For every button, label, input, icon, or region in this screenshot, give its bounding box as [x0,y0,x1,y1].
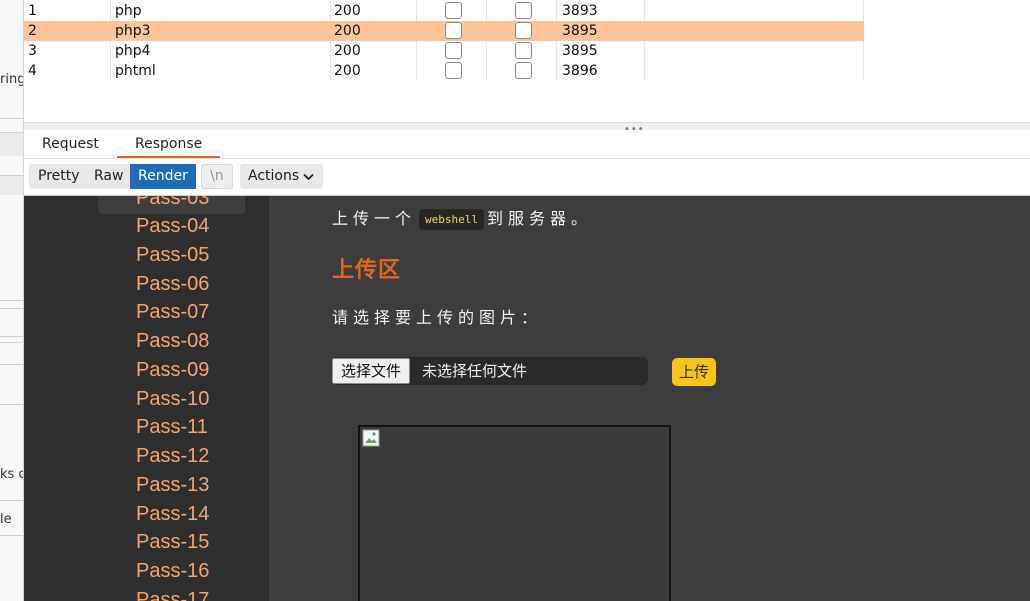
upload-content: 上传一个 webshell 到服务器。 上传区 请选择要上传的图片： 选择文件 未选… [269,196,1030,601]
upload-heading: 上传区 [332,258,402,283]
menu-item-pass-03[interactable]: Pass-03 [136,196,209,210]
menu-item-pass-17[interactable]: Pass-17 [136,588,209,601]
length-cell: 3896 [562,63,598,79]
pretty-button[interactable]: Pretty [30,164,88,189]
timeout-checkbox[interactable] [515,62,532,79]
status-cell: 200 [334,63,361,79]
row-number: 2 [28,23,37,39]
render-button[interactable]: Render [130,164,196,189]
status-cell: 200 [334,43,361,59]
menu-item-pass-14[interactable]: Pass-14 [136,502,209,526]
menu-item-pass-13[interactable]: Pass-13 [136,473,209,497]
error-checkbox[interactable] [445,62,462,79]
table-row[interactable]: 3 php4 200 3895 [24,41,864,61]
menu-item-pass-15[interactable]: Pass-15 [136,530,209,554]
split-divider[interactable]: ••• [24,122,1030,135]
file-status: 未选择任何文件 [422,362,528,380]
menu-item-pass-07[interactable]: Pass-07 [136,300,209,324]
left-side-panel: ring ks c le [0,0,24,601]
menu-item-pass-11[interactable]: Pass-11 [136,415,208,439]
menu-item-pass-06[interactable]: Pass-06 [136,272,209,296]
timeout-checkbox[interactable] [515,2,532,19]
error-checkbox[interactable] [445,42,462,59]
payload-cell: php3 [115,23,151,39]
file-input[interactable]: 选择文件 未选择任何文件 [332,357,648,385]
timeout-checkbox[interactable] [515,22,532,39]
menu-item-pass-16[interactable]: Pass-16 [136,559,209,583]
message-tabs: Request Response [24,130,1030,159]
row-number: 1 [28,3,37,19]
menu-item-pass-08[interactable]: Pass-08 [136,329,209,353]
upload-preview [358,425,671,601]
table-row[interactable]: 4 phtml 200 3896 [24,61,864,81]
table-row-selected[interactable]: 2 php3 200 3895 [24,21,864,41]
table-row[interactable]: 1 php 200 3893 [24,1,864,21]
menu-item-pass-09[interactable]: Pass-09 [136,358,209,382]
task-description: 上传一个 webshell 到服务器。 [332,209,593,230]
clipped-text: ring [0,72,24,87]
tab-request[interactable]: Request [42,134,99,158]
length-cell: 3893 [562,3,598,19]
length-cell: 3895 [562,43,598,59]
pass-menu: Pass-03 Pass-04 Pass-05 Pass-06 Pass-07 … [24,196,269,601]
menu-item-pass-04[interactable]: Pass-04 [136,214,209,238]
upload-button[interactable]: 上传 [672,358,717,386]
menu-item-pass-05[interactable]: Pass-05 [136,243,209,267]
status-cell: 200 [334,23,361,39]
row-number: 4 [28,63,37,79]
results-table: 1 php 200 3893 2 php3 200 3895 3 php4 20… [24,0,1030,122]
payload-cell: php [115,3,142,19]
menu-item-pass-12[interactable]: Pass-12 [136,444,209,468]
newline-toggle-button[interactable]: \n [201,164,233,189]
error-checkbox[interactable] [445,2,462,19]
webshell-code: webshell [419,209,484,230]
payload-cell: php4 [115,43,151,59]
payload-cell: phtml [115,63,156,79]
broken-image-icon [362,429,380,447]
choose-image-label: 请选择要上传的图片： [332,308,543,327]
menu-item-pass-10[interactable]: Pass-10 [136,387,209,411]
clipped-text: le [0,512,12,527]
error-checkbox[interactable] [445,22,462,39]
chevron-down-icon [303,173,314,181]
tab-response[interactable]: Response [117,134,221,158]
timeout-checkbox[interactable] [515,42,532,59]
choose-file-button[interactable]: 选择文件 [332,358,411,384]
rendered-response: Pass-03 Pass-04 Pass-05 Pass-06 Pass-07 … [24,196,1030,601]
row-number: 3 [28,43,37,59]
view-toolbar: Pretty Raw Render \n Actions [24,159,1030,196]
status-cell: 200 [334,3,361,19]
actions-label: Actions [248,168,300,184]
clipped-text: ks c [0,467,24,482]
actions-dropdown[interactable]: Actions [240,164,324,189]
raw-button[interactable]: Raw [86,164,132,189]
length-cell: 3895 [562,23,598,39]
